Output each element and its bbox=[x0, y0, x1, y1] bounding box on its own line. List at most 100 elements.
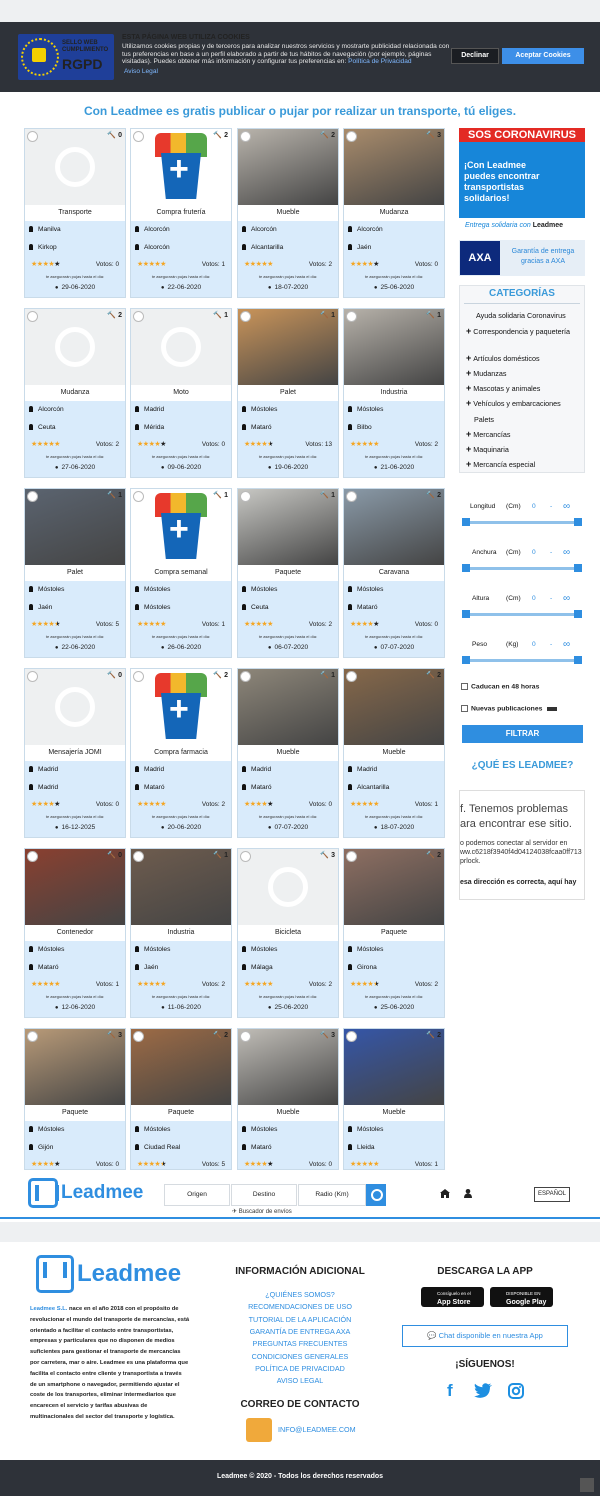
listing-title[interactable]: Mudanza bbox=[344, 205, 444, 221]
listing-title[interactable]: Mueble bbox=[344, 1105, 444, 1121]
listing-title[interactable]: Paquete bbox=[238, 565, 338, 581]
listing-card[interactable]: 🔨 2 Mudanza Alcorcón Ceuta ★★★★★ Votos: 2 te a… bbox=[24, 308, 126, 478]
favorite-icon[interactable] bbox=[240, 851, 251, 862]
listing-image[interactable] bbox=[344, 1029, 444, 1105]
range-slider-track[interactable] bbox=[466, 567, 578, 570]
listing-image[interactable] bbox=[238, 129, 338, 205]
slider-max-handle[interactable] bbox=[574, 518, 582, 526]
footer-link[interactable]: RECOMENDACIONES DE USO bbox=[220, 1302, 380, 1311]
contact-email-link[interactable]: INFO@LEADMEE.COM bbox=[278, 1425, 356, 1434]
listing-image[interactable] bbox=[238, 849, 338, 925]
listing-title[interactable]: Palet bbox=[25, 565, 125, 581]
listing-title[interactable]: Industria bbox=[344, 385, 444, 401]
slider-max-handle[interactable] bbox=[574, 656, 582, 664]
favorite-icon[interactable] bbox=[27, 1031, 38, 1042]
expand-plus-icon[interactable]: + bbox=[466, 429, 471, 439]
radius-input[interactable]: Radio (Km) bbox=[298, 1184, 366, 1206]
favorite-icon[interactable] bbox=[240, 491, 251, 502]
instagram-icon[interactable] bbox=[508, 1383, 524, 1399]
listing-title[interactable]: Palet bbox=[238, 385, 338, 401]
listing-title[interactable]: Compra semanal bbox=[131, 565, 231, 581]
category-item[interactable]: + Vehículos y embarcaciones bbox=[466, 398, 584, 409]
favorite-icon[interactable] bbox=[240, 311, 251, 322]
favorite-icon[interactable] bbox=[346, 491, 357, 502]
listing-card[interactable]: 🔨 1 Moto Madrid Mérida ★★★★★ Votos: 0 te asegu… bbox=[130, 308, 232, 478]
favorite-icon[interactable] bbox=[133, 1031, 144, 1042]
favorite-icon[interactable] bbox=[133, 311, 144, 322]
expire-48h-checkbox[interactable]: Caducan en 48 horas bbox=[461, 683, 539, 690]
favorite-icon[interactable] bbox=[240, 1031, 251, 1042]
favorite-icon[interactable] bbox=[27, 491, 38, 502]
destination-input[interactable]: Destino bbox=[231, 1184, 297, 1206]
footer-link[interactable]: POLÍTICA DE PRIVACIDAD bbox=[220, 1364, 380, 1373]
listing-card[interactable]: 🔨 3 Mueble Móstoles Mataró ★★★★★ Votos: 0 bbox=[237, 1028, 339, 1170]
listing-card[interactable]: 🔨 1 Compra semanal Móstoles Móstoles ★★★★★ Vo… bbox=[130, 488, 232, 658]
listing-image[interactable] bbox=[131, 489, 231, 565]
category-item[interactable]: + Artículos domésticos bbox=[466, 353, 584, 364]
range-slider-track[interactable] bbox=[466, 521, 578, 524]
home-icon[interactable] bbox=[440, 1189, 450, 1198]
footer-link[interactable]: GARANTÍA DE ENTREGA AXA bbox=[220, 1327, 380, 1336]
slider-min-handle[interactable] bbox=[462, 656, 470, 664]
listing-card[interactable]: 🔨 2 Compra farmacia Madrid Mataró ★★★★★ Votos… bbox=[130, 668, 232, 838]
footer-link[interactable]: TUTORIAL DE LA APLICACIÓN bbox=[220, 1315, 380, 1324]
listing-image[interactable] bbox=[131, 309, 231, 385]
listing-title[interactable]: Caravana bbox=[344, 565, 444, 581]
app-store-button[interactable]: Consíguelo en el App Store bbox=[421, 1287, 484, 1307]
footer-link[interactable]: PREGUNTAS FRECUENTES bbox=[220, 1339, 380, 1348]
favorite-icon[interactable] bbox=[240, 131, 251, 142]
category-item[interactable]: + Mercancía especial bbox=[466, 459, 584, 470]
listing-card[interactable]: 🔨 2 Compra frutería Alcorcón Alcorcón ★★★★★ V… bbox=[130, 128, 232, 298]
range-slider-track[interactable] bbox=[466, 613, 578, 616]
listing-image[interactable] bbox=[25, 309, 125, 385]
origin-input[interactable]: Origen bbox=[164, 1184, 230, 1206]
listing-card[interactable]: 🔨 1 Industria Móstoles Bilbo ★★★★★ Votos: 2 te… bbox=[343, 308, 445, 478]
listing-title[interactable]: Mueble bbox=[238, 745, 338, 761]
listing-card[interactable]: 🔨 3 Paquete Móstoles Gijón ★★★★★ Votos: 0 bbox=[24, 1028, 126, 1170]
listing-image[interactable] bbox=[238, 1029, 338, 1105]
listing-card[interactable]: 🔨 0 Transporte Manilva Kirkop ★★★★★ Votos: 0 t… bbox=[24, 128, 126, 298]
expand-plus-icon[interactable]: + bbox=[466, 444, 471, 454]
slider-min-handle[interactable] bbox=[462, 518, 470, 526]
expand-plus-icon[interactable]: + bbox=[466, 353, 471, 363]
favorite-icon[interactable] bbox=[133, 671, 144, 682]
listing-title[interactable]: Mensajería JOMI bbox=[25, 745, 125, 761]
listing-title[interactable]: Mueble bbox=[238, 1105, 338, 1121]
listing-title[interactable]: Mueble bbox=[238, 205, 338, 221]
listing-title[interactable]: Compra farmacia bbox=[131, 745, 231, 761]
favorite-icon[interactable] bbox=[27, 311, 38, 322]
slider-max-handle[interactable] bbox=[574, 610, 582, 618]
slider-max-handle[interactable] bbox=[574, 564, 582, 572]
listing-title[interactable]: Transporte bbox=[25, 205, 125, 221]
listing-image[interactable] bbox=[25, 129, 125, 205]
favorite-icon[interactable] bbox=[240, 671, 251, 682]
listing-card[interactable]: 🔨 2 Paquete Móstoles Girona ★★★★★ Votos: 2 te … bbox=[343, 848, 445, 1018]
listing-card[interactable]: 🔨 2 Paquete Móstoles Ciudad Real ★★★★★ Votos:… bbox=[130, 1028, 232, 1170]
listing-card[interactable]: 🔨 2 Mueble Alcorcón Alcantarilla ★★★★★ Votos:… bbox=[237, 128, 339, 298]
listing-image[interactable] bbox=[25, 1029, 125, 1105]
expand-plus-icon[interactable]: + bbox=[466, 383, 471, 393]
listing-title[interactable]: Compra frutería bbox=[131, 205, 231, 221]
category-item[interactable]: + Mascotas y animales bbox=[466, 383, 584, 394]
footer-link[interactable]: AVISO LEGAL bbox=[220, 1376, 380, 1385]
favorite-icon[interactable] bbox=[27, 671, 38, 682]
footer-link[interactable]: ¿QUIÉNES SOMOS? bbox=[220, 1290, 380, 1299]
listing-title[interactable]: Mudanza bbox=[25, 385, 125, 401]
favorite-icon[interactable] bbox=[27, 851, 38, 862]
slider-min-handle[interactable] bbox=[462, 610, 470, 618]
category-item[interactable]: + Mercancías bbox=[466, 429, 584, 440]
listing-image[interactable] bbox=[25, 669, 125, 745]
video-frame[interactable]: f. Tenemos problemas ara encontrar ese s… bbox=[459, 790, 585, 900]
listing-card[interactable]: 🔨 0 Mensajería JOMI Madrid Madrid ★★★★★ Votos… bbox=[24, 668, 126, 838]
listing-title[interactable]: Contenedor bbox=[25, 925, 125, 941]
listing-card[interactable]: 🔨 2 Mueble Móstoles Lleida ★★★★★ Votos: 1 bbox=[343, 1028, 445, 1170]
favorite-icon[interactable] bbox=[133, 131, 144, 142]
google-play-button[interactable]: DISPONIBLE EN Google Play bbox=[490, 1287, 553, 1307]
favorite-icon[interactable] bbox=[346, 131, 357, 142]
listing-card[interactable]: 🔨 2 Mueble Madrid Alcantarilla ★★★★★ Votos: 1… bbox=[343, 668, 445, 838]
covid-banner[interactable]: SOS CORONAVIRUS ¡Con Leadmee puedes enco… bbox=[459, 128, 585, 233]
listing-card[interactable]: 🔨 3 Mudanza Alcorcón Jaén ★★★★★ Votos: 0 te as… bbox=[343, 128, 445, 298]
listing-image[interactable] bbox=[344, 129, 444, 205]
leadmee-logo[interactable]: Leadmee bbox=[28, 1178, 143, 1208]
favorite-icon[interactable] bbox=[133, 851, 144, 862]
